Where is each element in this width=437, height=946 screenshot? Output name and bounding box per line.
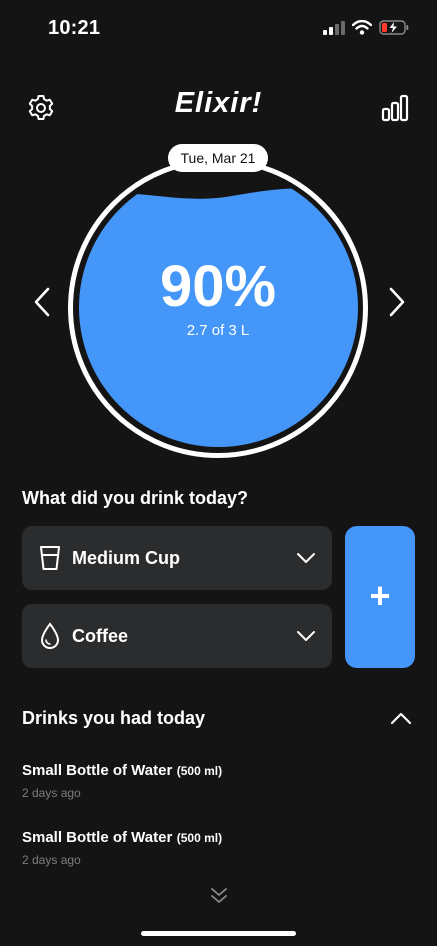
- battery-charging-icon: [379, 20, 409, 35]
- app-title: Elixir!: [174, 87, 263, 119]
- entry-volume: (500 ml): [176, 764, 223, 778]
- entry-name: Small Bottle of Water: [22, 762, 173, 779]
- history-entry[interactable]: Small Bottle of Water (500 ml) 2 days ag…: [22, 762, 222, 800]
- progress-amount: 2.7 of 3 L: [186, 322, 250, 339]
- entry-time: 2 days ago: [22, 786, 81, 800]
- home-indicator: [141, 931, 296, 936]
- chevron-left-icon[interactable]: [28, 285, 56, 319]
- chevron-right-icon[interactable]: [383, 285, 411, 319]
- entry-volume: (500 ml): [176, 831, 223, 845]
- cup-icon: [40, 546, 60, 570]
- progress-percent: 90%: [159, 254, 277, 319]
- drink-question: What did you drink today?: [22, 488, 248, 508]
- plus-icon: +: [369, 575, 391, 616]
- wifi-icon: [352, 20, 372, 35]
- chevron-down-icon: [297, 553, 315, 563]
- status-icons: [323, 20, 409, 35]
- add-drink-button[interactable]: +: [345, 526, 415, 668]
- entry-name: Small Bottle of Water: [22, 829, 173, 846]
- chevron-up-icon[interactable]: [390, 708, 412, 728]
- chevron-down-icon: [297, 631, 315, 641]
- cup-size-label: Medium Cup: [72, 548, 180, 568]
- entry-time: 2 days ago: [22, 853, 81, 867]
- cup-size-dropdown[interactable]: Medium Cup: [22, 526, 332, 590]
- drink-type-label: Coffee: [72, 626, 129, 646]
- drink-type-dropdown[interactable]: Coffee: [22, 604, 332, 668]
- cellular-signal-icon: [323, 20, 345, 35]
- history-title: Drinks you had today: [22, 708, 206, 728]
- history-entry[interactable]: Small Bottle of Water (500 ml) 2 days ag…: [22, 829, 222, 867]
- drop-icon: [40, 622, 60, 649]
- date-pill: Tue, Mar 21: [168, 144, 268, 172]
- status-time: 10:21: [48, 17, 101, 39]
- double-chevron-down-icon[interactable]: [209, 886, 229, 906]
- bar-chart-icon[interactable]: [380, 93, 410, 123]
